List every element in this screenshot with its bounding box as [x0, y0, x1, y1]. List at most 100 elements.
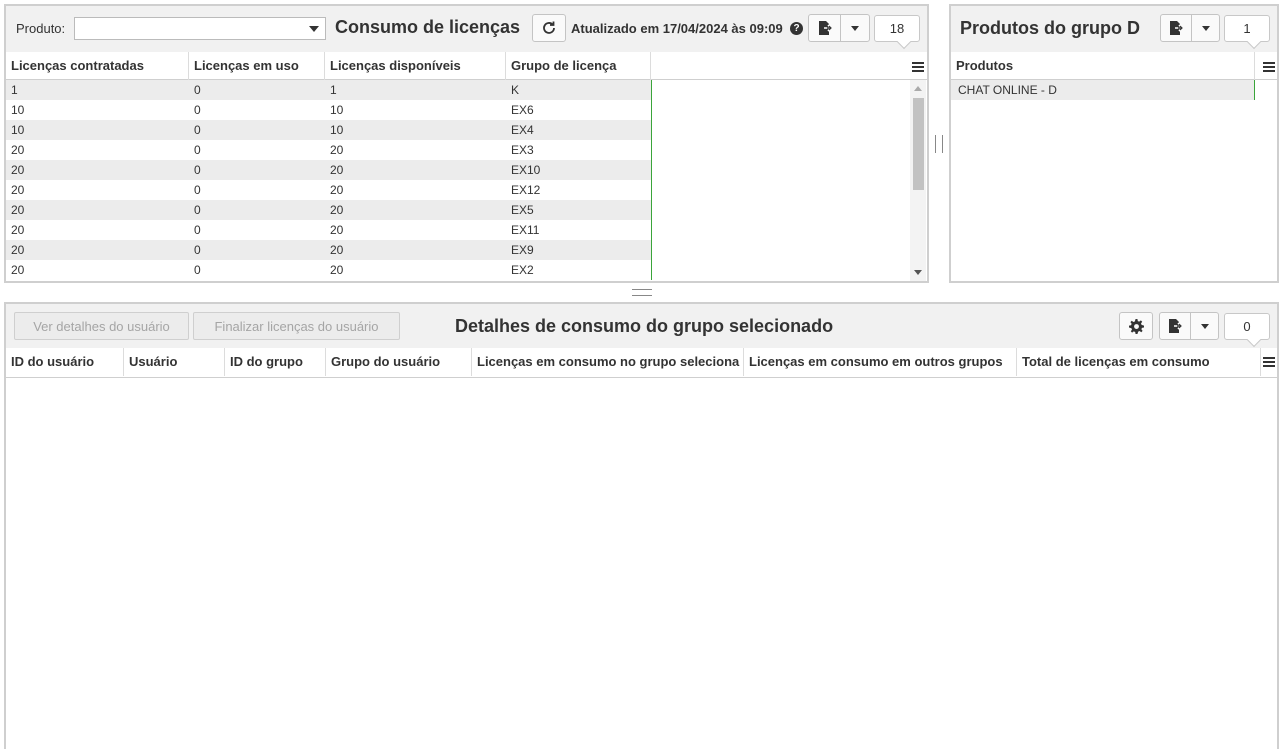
col-grupo-de-licenca[interactable]: Grupo de licença — [506, 52, 651, 80]
row-marker — [651, 80, 652, 100]
help-icon[interactable]: ? — [790, 22, 803, 35]
table-row[interactable]: 20 0 20 EX10 — [6, 160, 652, 180]
col-id-do-grupo[interactable]: ID do grupo — [225, 348, 326, 376]
table-cell: 20 — [330, 223, 344, 237]
table-cell: 0 — [194, 263, 201, 277]
export-button[interactable] — [809, 15, 842, 41]
col-total-licencas[interactable]: Total de licenças em consumo — [1017, 348, 1261, 376]
col-licencas-disponiveis[interactable]: Licenças disponíveis — [325, 52, 506, 80]
table-cell: EX4 — [511, 123, 534, 137]
table-cell: 20 — [330, 143, 344, 157]
col-grupo-do-usuario[interactable]: Grupo do usuário — [326, 348, 472, 376]
col-usuario[interactable]: Usuário — [124, 348, 225, 376]
table-cell: EX12 — [511, 183, 541, 197]
vertical-splitter[interactable] — [935, 135, 936, 153]
table-row[interactable]: 20 0 20 EX11 — [6, 220, 652, 240]
product-select[interactable] — [74, 17, 326, 40]
export-dropdown-button[interactable] — [841, 15, 869, 41]
table-cell: 20 — [330, 183, 344, 197]
col-licencas-grupo-selecionado[interactable]: Licenças em consumo no grupo seleciona — [472, 348, 744, 376]
chevron-down-icon — [309, 26, 319, 32]
scroll-down-icon[interactable] — [914, 270, 922, 275]
vertical-splitter-line — [942, 135, 943, 153]
details-panel: Ver detalhes do usuário Finalizar licenç… — [4, 302, 1279, 749]
table-cell: 0 — [194, 83, 201, 97]
licenses-panel: Produto: Consumo de licenças Atualizado … — [4, 4, 929, 283]
table-cell: 20 — [11, 183, 25, 197]
row-marker — [651, 260, 652, 280]
details-toolbar: Ver detalhes do usuário Finalizar licenç… — [6, 304, 1277, 350]
products-export-dropdown-button[interactable] — [1192, 15, 1219, 41]
updated-timestamp: Atualizado em 17/04/2024 às 09:09 — [571, 21, 783, 36]
products-panel: Produtos do grupo D 1 Produtos CHAT ONLI… — [949, 4, 1279, 283]
caret-down-icon — [1200, 323, 1209, 329]
table-cell: 10 — [330, 103, 344, 117]
table-cell: 0 — [194, 203, 201, 217]
details-export-dropdown-button[interactable] — [1191, 313, 1218, 339]
details-export-button[interactable] — [1160, 313, 1192, 339]
licenses-toolbar: Produto: Consumo de licenças Atualizado … — [6, 6, 927, 52]
details-grid-body — [6, 378, 1277, 749]
table-cell: 20 — [330, 243, 344, 257]
scrollbar-thumb[interactable] — [913, 98, 924, 190]
column-menu-icon[interactable] — [1263, 357, 1275, 367]
table-row[interactable]: 20 0 20 EX2 — [6, 260, 652, 280]
col-licencas-outros-grupos[interactable]: Licenças em consumo em outros grupos — [744, 348, 1017, 376]
view-user-details-button[interactable]: Ver detalhes do usuário — [14, 312, 189, 340]
table-row[interactable]: 10 0 10 EX6 — [6, 100, 652, 120]
col-licencas-em-uso[interactable]: Licenças em uso — [189, 52, 325, 80]
column-menu-icon[interactable] — [912, 62, 924, 72]
column-menu-icon[interactable] — [1263, 62, 1275, 72]
table-row[interactable]: 10 0 10 EX4 — [6, 120, 652, 140]
table-cell: 20 — [11, 203, 25, 217]
details-count-value: 0 — [1243, 319, 1251, 334]
licenses-title: Consumo de licenças — [335, 17, 521, 37]
table-cell: 0 — [194, 243, 201, 257]
table-row[interactable]: 20 0 20 EX3 — [6, 140, 652, 160]
table-cell: EX6 — [511, 103, 534, 117]
products-toolbar: Produtos do grupo D 1 — [951, 6, 1277, 52]
row-marker — [651, 160, 652, 180]
table-cell: 0 — [194, 123, 201, 137]
horizontal-splitter[interactable] — [632, 289, 652, 290]
table-cell: 1 — [330, 83, 337, 97]
licenses-scrollbar[interactable] — [910, 80, 926, 281]
table-row[interactable]: 20 0 20 EX9 — [6, 240, 652, 260]
col-id-do-usuario[interactable]: ID do usuário — [6, 348, 124, 376]
table-cell: 20 — [330, 203, 344, 217]
finalize-user-licenses-button[interactable]: Finalizar licenças do usuário — [193, 312, 400, 340]
col-produtos[interactable]: Produtos — [951, 52, 1255, 80]
table-cell: 20 — [11, 223, 25, 237]
table-cell: 10 — [11, 103, 25, 117]
product-label: Produto: — [16, 21, 66, 36]
details-grid-header: ID do usuário Usuário ID do grupo Grupo … — [6, 348, 1277, 378]
table-cell: EX5 — [511, 203, 534, 217]
table-row[interactable]: 1 0 1 K — [6, 80, 652, 100]
refresh-button[interactable] — [532, 14, 566, 42]
horizontal-splitter-line — [632, 295, 652, 296]
table-row[interactable]: 20 0 20 EX5 — [6, 200, 652, 220]
products-grid-header: Produtos — [951, 52, 1277, 80]
table-cell: EX2 — [511, 263, 534, 277]
row-marker — [651, 180, 652, 200]
gear-icon — [1128, 318, 1144, 334]
details-export-split-button — [1159, 312, 1219, 340]
table-row[interactable]: CHAT ONLINE - D — [951, 80, 1255, 100]
table-cell: 0 — [194, 183, 201, 197]
settings-button[interactable] — [1119, 312, 1153, 340]
table-cell: 20 — [11, 263, 25, 277]
table-cell: 20 — [330, 163, 344, 177]
refresh-icon — [543, 21, 555, 34]
row-marker — [651, 140, 652, 160]
col-licencas-contratadas[interactable]: Licenças contratadas — [6, 52, 189, 80]
export-file-icon — [818, 21, 832, 35]
table-row[interactable]: 20 0 20 EX12 — [6, 180, 652, 200]
table-cell: 0 — [194, 103, 201, 117]
table-cell: K — [511, 83, 520, 97]
scroll-up-icon[interactable] — [914, 86, 922, 91]
products-export-button[interactable] — [1161, 15, 1193, 41]
table-cell: CHAT ONLINE - D — [958, 83, 1057, 97]
export-file-icon — [1169, 319, 1183, 333]
table-cell: 20 — [330, 263, 344, 277]
licenses-count-value: 18 — [889, 21, 905, 36]
